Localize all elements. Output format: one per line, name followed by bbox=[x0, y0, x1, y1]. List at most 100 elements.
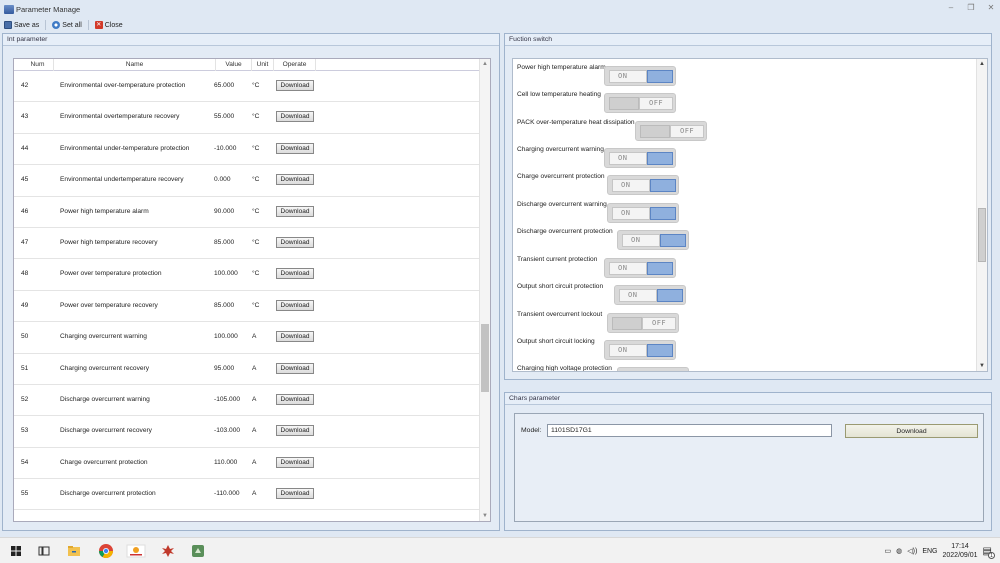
table-row[interactable]: 53 Discharge overcurrent recovery -103.000… bbox=[14, 416, 480, 448]
table-row[interactable]: 47 Power high temperature recovery 85.000 °… bbox=[14, 228, 480, 260]
table-row[interactable]: 50 Charging overcurrent warning 100.000 A Do… bbox=[14, 322, 480, 354]
model-input[interactable] bbox=[547, 424, 832, 437]
toggle-switch[interactable]: ON bbox=[607, 203, 679, 223]
cell-value[interactable]: -105.000 bbox=[214, 396, 240, 403]
close-icon: ✕ bbox=[94, 21, 103, 29]
cell-value[interactable]: 90.000 bbox=[214, 208, 234, 215]
cell-value[interactable]: 100.000 bbox=[214, 333, 238, 340]
window-controls: – ❐ ✕ bbox=[946, 3, 996, 12]
row-download-button[interactable]: Download bbox=[276, 142, 314, 154]
bug-tool-icon[interactable] bbox=[160, 543, 176, 559]
toggle-switch[interactable]: ON bbox=[607, 175, 679, 195]
toggle-switch[interactable]: OFF bbox=[604, 93, 676, 113]
row-download-button[interactable]: Download bbox=[276, 236, 314, 248]
table-row[interactable]: 54 Charge overcurrent protection 110.000 A D… bbox=[14, 448, 480, 480]
cell-value[interactable]: 85.000 bbox=[214, 302, 234, 309]
switch-row: Charging overcurrent warning ON bbox=[517, 143, 977, 168]
grid-scrollbar[interactable]: ▲ ▼ bbox=[479, 59, 490, 521]
cell-unit: °C bbox=[252, 270, 260, 278]
chars-download-button[interactable]: Download bbox=[845, 424, 978, 438]
table-row[interactable]: 55 Discharge overcurrent protection -110.0… bbox=[14, 479, 480, 511]
column-header-num[interactable]: Num bbox=[22, 59, 54, 71]
network-icon[interactable]: ◍ bbox=[896, 547, 902, 555]
cell-value[interactable]: 65.000 bbox=[214, 82, 234, 89]
table-row[interactable]: 46 Power high temperature alarm 90.000 °C Do… bbox=[14, 197, 480, 228]
cell-value[interactable]: -10.000 bbox=[214, 145, 236, 152]
table-row[interactable] bbox=[14, 510, 480, 521]
toggle-switch[interactable]: ON bbox=[617, 230, 689, 250]
row-download-button[interactable]: Download bbox=[276, 331, 314, 343]
minimize-icon[interactable]: – bbox=[946, 3, 956, 12]
table-row[interactable]: 51 Charging overcurrent recovery 95.000 A Do… bbox=[14, 354, 480, 385]
battery-icon[interactable]: ▭ bbox=[885, 547, 892, 555]
clock-time: 17:14 bbox=[951, 543, 969, 550]
switch-scrollbar[interactable]: ▲ ▼ bbox=[976, 59, 987, 371]
cell-unit: A bbox=[252, 490, 257, 498]
table-row[interactable]: 48 Power over temperature protection 100.0… bbox=[14, 259, 480, 291]
int-parameter-grid: Num Name Value Unit Operate 42 Environmen… bbox=[13, 58, 491, 522]
notification-icon[interactable]: ▤ 1 bbox=[983, 546, 995, 559]
table-row[interactable]: 42 Environmental over-temperature protect… bbox=[14, 71, 480, 103]
row-download-button[interactable]: Download bbox=[276, 425, 314, 437]
switch-scroll-thumb[interactable] bbox=[978, 208, 986, 262]
column-header-value[interactable]: Value bbox=[216, 59, 252, 71]
windows-start-icon[interactable] bbox=[8, 543, 24, 559]
table-row[interactable]: 52 Discharge overcurrent warning -105.000 A… bbox=[14, 385, 480, 417]
cell-unit: A bbox=[252, 333, 257, 341]
row-download-button[interactable]: Download bbox=[276, 111, 314, 123]
row-download-button[interactable]: Download bbox=[276, 268, 314, 280]
row-download-button[interactable]: Download bbox=[276, 205, 314, 217]
app-launcher-icon[interactable] bbox=[126, 543, 146, 559]
cell-value[interactable]: 95.000 bbox=[214, 365, 234, 372]
toggle-switch[interactable]: OFF bbox=[607, 313, 679, 333]
table-row[interactable]: 44 Environmental under-temperature protec… bbox=[14, 134, 480, 166]
cell-value[interactable]: -103.000 bbox=[214, 427, 240, 434]
toggle-switch[interactable]: ON bbox=[604, 148, 676, 168]
table-row[interactable]: 45 Environmental undertemperature recover… bbox=[14, 165, 480, 197]
toggle-segment bbox=[650, 207, 676, 220]
scroll-up-icon[interactable]: ▲ bbox=[979, 61, 985, 67]
language-indicator[interactable]: ENG bbox=[922, 548, 937, 555]
row-download-button[interactable]: Download bbox=[276, 299, 314, 311]
cell-value[interactable]: 100.000 bbox=[214, 270, 238, 277]
chrome-icon[interactable] bbox=[98, 543, 114, 559]
row-download-button[interactable]: Download bbox=[276, 80, 314, 91]
scroll-down-icon[interactable]: ▼ bbox=[482, 513, 488, 519]
switch-row: Output short circuit locking ON bbox=[517, 335, 977, 360]
grid-scroll-thumb[interactable] bbox=[481, 324, 489, 392]
column-header-unit[interactable]: Unit bbox=[252, 59, 274, 71]
cell-value[interactable]: 55.000 bbox=[214, 113, 234, 120]
table-row[interactable]: 49 Power over temperature recovery 85.000 °… bbox=[14, 291, 480, 323]
row-download-button[interactable]: Download bbox=[276, 174, 314, 186]
toggle-switch[interactable]: ON bbox=[604, 66, 676, 86]
cell-value[interactable]: 0.000 bbox=[214, 176, 231, 183]
restore-icon[interactable]: ❐ bbox=[966, 3, 976, 12]
toggle-switch[interactable]: ON bbox=[604, 340, 676, 360]
volume-icon[interactable]: ◁)) bbox=[907, 547, 917, 555]
toggle-switch[interactable]: ON bbox=[604, 258, 676, 278]
toggle-switch[interactable]: ON bbox=[617, 367, 689, 371]
close-window-icon[interactable]: ✕ bbox=[986, 3, 996, 12]
close-button[interactable]: ✕ Close bbox=[94, 21, 123, 29]
toggle-switch[interactable]: ON bbox=[614, 285, 686, 305]
row-download-button[interactable]: Download bbox=[276, 393, 314, 405]
cell-value[interactable]: 85.000 bbox=[214, 239, 234, 246]
scroll-down-icon[interactable]: ▼ bbox=[979, 363, 985, 369]
cell-value[interactable]: -110.000 bbox=[214, 490, 240, 497]
task-view-icon[interactable] bbox=[36, 543, 52, 559]
column-header-name[interactable]: Name bbox=[54, 59, 216, 71]
clock[interactable]: 17:14 2022/09/01 bbox=[943, 542, 978, 560]
cell-value[interactable]: 110.000 bbox=[214, 459, 237, 466]
parameter-tool-icon[interactable] bbox=[190, 543, 206, 559]
file-explorer-icon[interactable] bbox=[66, 543, 82, 559]
switch-label: Transient overcurrent lockout bbox=[517, 311, 603, 318]
table-row[interactable]: 43 Environmental overtemperature recovery… bbox=[14, 102, 480, 134]
column-header-operate[interactable]: Operate bbox=[274, 59, 316, 71]
scroll-up-icon[interactable]: ▲ bbox=[482, 61, 488, 67]
row-download-button[interactable]: Download bbox=[276, 362, 314, 374]
row-download-button[interactable]: Download bbox=[276, 488, 314, 500]
row-download-button[interactable]: Download bbox=[276, 456, 314, 468]
save-as-button[interactable]: Save as bbox=[4, 21, 39, 29]
toggle-switch[interactable]: OFF bbox=[635, 121, 707, 141]
set-all-button[interactable]: Set all bbox=[52, 21, 82, 29]
